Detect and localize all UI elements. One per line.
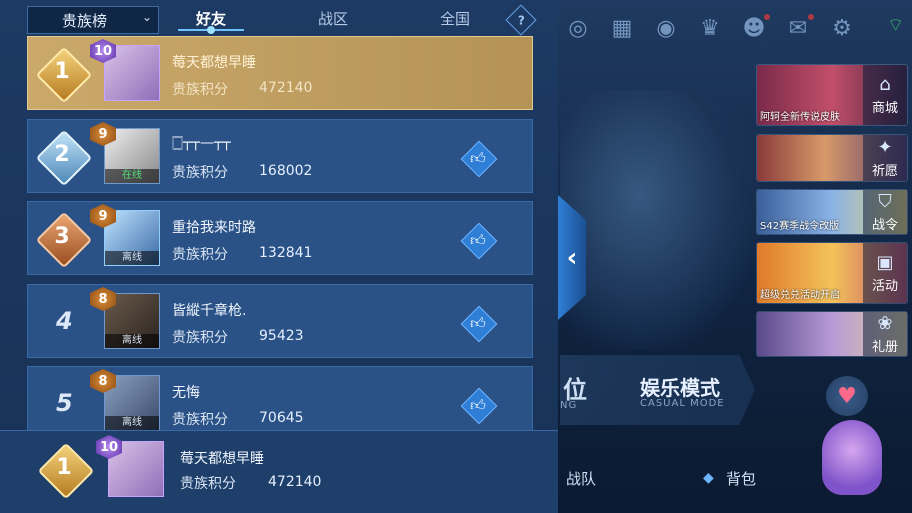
hero-artwork <box>560 90 760 350</box>
player-name: 重拾我来时路 <box>172 220 256 236</box>
like-button[interactable]: 👍︎ <box>460 387 498 425</box>
leaderboard-row-2[interactable]: 2 在线 9 🀆┬┬—┬┬ 贵族积分 168002 👍︎ <box>27 119 533 193</box>
score-value: 70645 <box>259 410 304 426</box>
tab-national[interactable]: 全国 <box>440 8 470 29</box>
team-button[interactable]: 战队 <box>566 468 596 489</box>
thumbs-up-icon: 👍︎ <box>470 313 486 332</box>
promo-giftbook[interactable]: ❀ 礼册 <box>756 311 908 357</box>
promo-caption: 超级兑兑活动开启 <box>760 290 840 301</box>
active-tab-dot <box>207 26 215 34</box>
like-button[interactable]: 👍︎ <box>460 140 498 178</box>
offline-status: 离线 <box>105 416 159 430</box>
wish-icon: ✦ <box>877 137 893 158</box>
player-name: 皆縱千章枪. <box>172 303 247 319</box>
tab-region[interactable]: 战区 <box>318 8 348 29</box>
casual-mode-sub: CASUAL MODE <box>640 398 725 409</box>
rank-number: 2 <box>54 142 70 167</box>
top-icon-bar: ◎ ▦ ◉ ♛ ☻ ✉ ⚙ <box>560 8 912 48</box>
leaderboard-row-5[interactable]: 5 离线 8 无悔 贵族积分 70645 👍︎ <box>27 366 533 440</box>
leaderboard-type-dropdown[interactable]: 贵族榜 ⌄ <box>27 6 159 34</box>
leaderboard-header: 贵族榜 ⌄ 好友 战区 全国 ? <box>0 0 558 36</box>
shop-icon: ⌂ <box>879 74 891 95</box>
player-name: 莓天都想早睡 <box>180 451 264 467</box>
score-label: 贵族积分 <box>172 412 228 428</box>
chevron-left-icon: ‹ <box>566 242 578 273</box>
battlepass-icon: ⛉ <box>878 191 892 212</box>
event-icon: ▣ <box>876 252 894 273</box>
question-icon: ? <box>517 13 525 27</box>
leaderboard-panel: 贵族榜 ⌄ 好友 战区 全国 ? 1 10 莓天都想早睡 贵族积分 472140… <box>0 0 558 513</box>
score-label: 贵族积分 <box>172 82 228 98</box>
ranked-mode-sub: NG <box>560 400 578 411</box>
my-rank-row[interactable]: 1 10 莓天都想早睡 贵族积分 472140 <box>0 430 558 513</box>
promo-battlepass[interactable]: ⛉ 战令 S42赛季战令改版 <box>756 189 908 235</box>
promo-label: 商城 <box>871 101 898 116</box>
gift-book-icon: ❀ <box>877 313 893 334</box>
silver-medal-icon: 2 <box>35 129 93 187</box>
like-button[interactable]: 👍︎ <box>460 305 498 343</box>
promo-label: 战令 <box>871 218 898 233</box>
bronze-medal-icon: 3 <box>35 211 93 269</box>
score-value: 168002 <box>259 163 313 179</box>
thumbs-up-icon: 👍︎ <box>470 395 486 414</box>
leaderboard-row-3[interactable]: 3 离线 9 重拾我来时路 贵族积分 132841 👍︎ <box>27 201 533 275</box>
rank-number: 3 <box>54 224 70 249</box>
leaderboard-row-1[interactable]: 1 10 莓天都想早睡 贵族积分 472140 <box>27 36 533 110</box>
dropdown-label: 贵族榜 <box>62 11 108 30</box>
score-label: 贵族积分 <box>180 476 236 492</box>
eye-icon[interactable]: ◉ <box>648 10 684 46</box>
target-icon[interactable]: ◎ <box>560 10 596 46</box>
promo-label: 礼册 <box>871 340 898 355</box>
promo-event[interactable]: ▣ 活动 超级兑兑活动开启 <box>756 242 908 304</box>
mail-icon[interactable]: ✉ <box>780 10 816 46</box>
friends-icon[interactable]: ☻ <box>736 10 772 46</box>
bag-icon: ◆ <box>703 470 714 486</box>
grid-icon[interactable]: ▦ <box>604 10 640 46</box>
rank-number: 5 <box>56 389 73 417</box>
leaderboard-row-4[interactable]: 4 离线 8 皆縱千章枪. 贵族积分 95423 👍︎ <box>27 284 533 358</box>
offline-status: 离线 <box>105 334 159 348</box>
promo-wish[interactable]: ✦ 祈愿 <box>756 134 908 182</box>
score-label: 贵族积分 <box>172 330 228 346</box>
mascot-character[interactable] <box>822 420 882 495</box>
gear-icon[interactable]: ⚙ <box>824 10 860 46</box>
help-button[interactable]: ? <box>505 4 537 36</box>
score-value: 472140 <box>268 474 322 490</box>
online-status: 在线 <box>105 169 159 183</box>
gold-medal-icon: 1 <box>35 46 93 104</box>
score-value: 132841 <box>259 245 313 261</box>
thumbs-up-icon: 👍︎ <box>470 230 486 249</box>
like-button[interactable]: 👍︎ <box>460 222 498 260</box>
bag-button[interactable]: 背包 <box>726 468 756 489</box>
trophy-icon[interactable]: ♛ <box>692 10 728 46</box>
heart-icon: ♥ <box>837 383 857 409</box>
promo-caption: 阿轲全新传说皮肤 <box>760 112 840 123</box>
wifi-icon: ⌔ <box>887 15 904 36</box>
player-name: 🀆┬┬—┬┬ <box>172 135 231 151</box>
player-name: 无悔 <box>172 385 200 401</box>
promo-label: 祈愿 <box>871 164 898 179</box>
rank-number: 1 <box>56 455 72 480</box>
offline-status: 离线 <box>105 251 159 265</box>
score-label: 贵族积分 <box>172 165 228 181</box>
thumbs-up-icon: 👍︎ <box>470 148 486 167</box>
promo-caption: S42赛季战令改版 <box>760 221 840 232</box>
gold-medal-icon: 1 <box>37 442 95 500</box>
chevron-down-icon: ⌄ <box>141 10 152 24</box>
score-value: 95423 <box>259 328 304 344</box>
casual-mode-button[interactable]: 娱乐模式 <box>640 372 720 401</box>
player-name: 莓天都想早睡 <box>172 55 256 71</box>
promo-label: 活动 <box>871 279 898 294</box>
mascot-bubble[interactable]: ♥ <box>826 376 868 416</box>
rank-number: 4 <box>56 307 73 335</box>
rank-number: 1 <box>54 59 70 84</box>
score-label: 贵族积分 <box>172 247 228 263</box>
score-value: 472140 <box>259 80 313 96</box>
promo-shop[interactable]: ⌂ 商城 阿轲全新传说皮肤 <box>756 64 908 126</box>
